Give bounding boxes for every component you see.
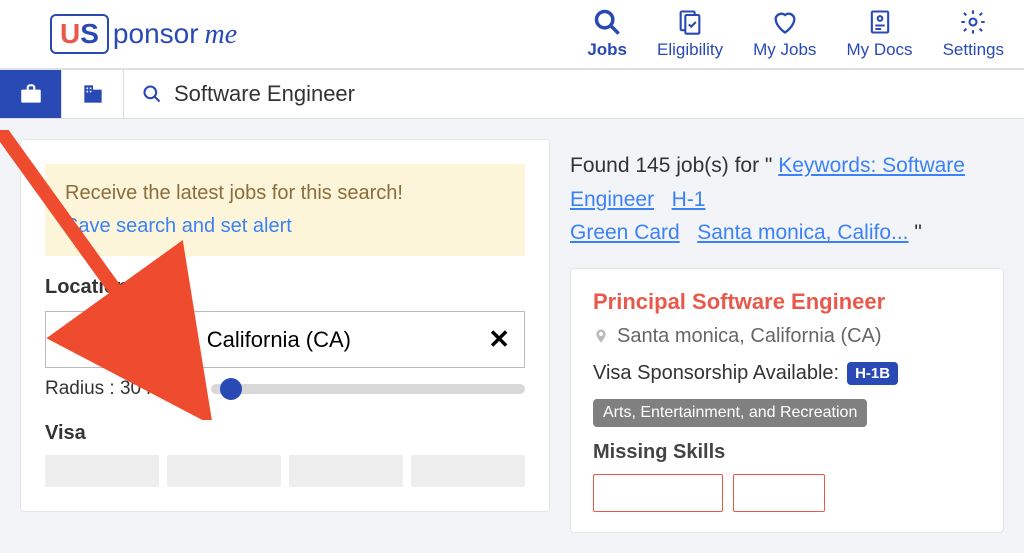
search-tab-company[interactable]	[62, 70, 124, 118]
job-title[interactable]: Principal Software Engineer	[593, 289, 981, 315]
visa-chip[interactable]	[167, 455, 281, 487]
logo-s: S	[80, 18, 99, 50]
gear-icon	[959, 8, 987, 36]
nav-myjobs[interactable]: My Jobs	[753, 8, 816, 60]
radius-slider[interactable]	[211, 379, 525, 399]
job-visa-row: Visa Sponsorship Available: H-1B	[593, 362, 981, 385]
filters-column: Receive the latest jobs for this search!…	[20, 139, 550, 533]
logo-sponsor: ponsor	[113, 18, 199, 50]
skill-chip	[593, 474, 723, 512]
nav-settings[interactable]: Settings	[943, 8, 1004, 60]
nav-eligibility-label: Eligibility	[657, 40, 723, 60]
results-suffix: "	[914, 221, 921, 244]
nav-jobs[interactable]: Jobs	[587, 8, 627, 60]
pin-icon	[593, 326, 609, 346]
location-input[interactable]	[60, 327, 488, 353]
visa-filter-row	[45, 455, 525, 487]
radius-row: Radius : 30 miles	[45, 378, 525, 400]
results-h1-link[interactable]: H-1	[672, 188, 706, 211]
briefcase-icon	[18, 81, 44, 107]
logo[interactable]: US ponsor me	[50, 14, 237, 54]
logo-me: me	[205, 19, 238, 51]
nav-eligibility[interactable]: Eligibility	[657, 8, 723, 60]
search-icon-small	[142, 84, 162, 104]
filter-card: Receive the latest jobs for this search!…	[20, 139, 550, 512]
slider-thumb[interactable]	[220, 378, 242, 400]
save-search-alert: Receive the latest jobs for this search!…	[45, 164, 525, 256]
building-icon	[80, 81, 106, 107]
main-nav: Jobs Eligibility My Jobs My Docs Setting…	[587, 8, 1004, 60]
results-prefix: Found 145 job(s) for "	[570, 154, 778, 177]
search-bar	[0, 70, 1024, 119]
nav-mydocs-label: My Docs	[846, 40, 912, 60]
main-content: Receive the latest jobs for this search!…	[0, 119, 1024, 553]
job-location-row: Santa monica, California (CA)	[593, 325, 981, 348]
header: US ponsor me Jobs Eligibility My Jobs	[0, 0, 1024, 70]
visa-chip[interactable]	[45, 455, 159, 487]
job-card[interactable]: Principal Software Engineer Santa monica…	[570, 268, 1004, 533]
visa-badge: H-1B	[847, 362, 898, 385]
save-search-link[interactable]: Save search and set alert	[65, 215, 505, 238]
location-label: Location	[45, 276, 525, 299]
document-icon	[866, 8, 894, 36]
search-input-wrap	[124, 70, 1024, 118]
heart-icon	[771, 8, 799, 36]
skill-chip	[733, 474, 825, 512]
nav-jobs-label: Jobs	[587, 40, 627, 60]
results-summary: Found 145 job(s) for " Keywords: Softwar…	[570, 149, 1004, 250]
radius-label: Radius : 30 miles	[45, 378, 191, 400]
search-input[interactable]	[174, 81, 1006, 107]
nav-myjobs-label: My Jobs	[753, 40, 816, 60]
category-badge: Arts, Entertainment, and Recreation	[593, 399, 867, 427]
visa-filter-label: Visa	[45, 422, 525, 445]
visa-chip[interactable]	[289, 455, 403, 487]
results-loc-link[interactable]: Santa monica, Califo...	[697, 221, 908, 244]
results-column: Found 145 job(s) for " Keywords: Softwar…	[570, 139, 1004, 533]
visa-available-label: Visa Sponsorship Available:	[593, 362, 839, 385]
slider-track	[211, 384, 525, 394]
visa-chip[interactable]	[411, 455, 525, 487]
nav-mydocs[interactable]: My Docs	[846, 8, 912, 60]
missing-skills-label: Missing Skills	[593, 441, 981, 464]
search-icon	[593, 8, 621, 36]
skill-row	[593, 474, 981, 512]
location-input-row: ✕	[45, 311, 525, 368]
document-check-icon	[676, 8, 704, 36]
logo-u: U	[60, 18, 80, 50]
alert-title: Receive the latest jobs for this search!	[65, 182, 505, 205]
job-location: Santa monica, California (CA)	[617, 325, 882, 348]
search-tab-job[interactable]	[0, 70, 62, 118]
clear-location-icon[interactable]: ✕	[488, 324, 510, 355]
nav-settings-label: Settings	[943, 40, 1004, 60]
results-gc-link[interactable]: Green Card	[570, 221, 680, 244]
